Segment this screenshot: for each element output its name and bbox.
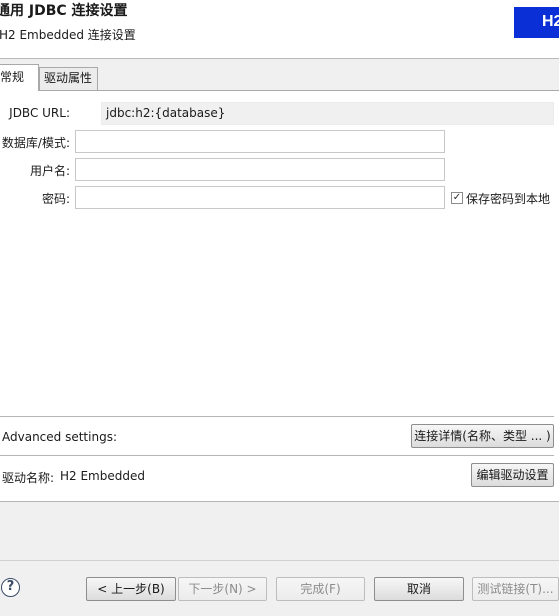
checkmark-icon: ✓ xyxy=(452,192,462,203)
save-password-label[interactable]: 保存密码到本地 xyxy=(466,190,550,207)
finish-button[interactable]: 完成(F) xyxy=(276,577,365,601)
tab-divider xyxy=(0,90,559,91)
jdbc-url-field: jdbc:h2:{database} xyxy=(101,102,554,125)
tab-driver-properties[interactable]: 驱动属性 xyxy=(39,67,98,90)
dialog-subtitle: H2 Embedded 连接设置 xyxy=(0,28,136,42)
save-password-checkbox[interactable]: ✓ xyxy=(451,192,463,204)
driver-name-label: 驱动名称: xyxy=(2,471,55,485)
username-input[interactable] xyxy=(75,158,445,181)
h2-logo: H2 xyxy=(514,7,559,38)
jdbc-url-label: JDBC URL: xyxy=(9,106,70,120)
database-input[interactable] xyxy=(75,130,445,153)
tab-general[interactable]: 常规 xyxy=(0,64,39,91)
cancel-button[interactable]: 取消 xyxy=(374,577,464,601)
back-button[interactable]: < 上一步(B) xyxy=(86,577,176,601)
database-label: 数据库/模式: xyxy=(1,136,70,150)
password-label: 密码: xyxy=(41,192,70,206)
password-input[interactable] xyxy=(75,186,445,209)
next-button[interactable]: 下一步(N) > xyxy=(178,577,267,601)
username-label: 用户名: xyxy=(29,164,70,178)
dialog-title: 通用 JDBC 连接设置 xyxy=(0,3,128,19)
test-connection-button[interactable]: 测试链接(T)... xyxy=(472,577,559,601)
driver-name-value: H2 Embedded xyxy=(60,469,145,483)
tab-strip: 常规 驱动属性 xyxy=(0,59,559,91)
advanced-settings-label: Advanced settings: xyxy=(2,430,117,444)
driver-separator xyxy=(0,455,554,456)
connection-details-button[interactable]: 连接详情(名称、类型 ... ) xyxy=(411,424,554,448)
help-icon[interactable]: ? xyxy=(1,578,20,597)
advanced-separator xyxy=(0,416,554,417)
footer-divider xyxy=(0,560,559,561)
dialog-banner: 通用 JDBC 连接设置 H2 Embedded 连接设置 H2 xyxy=(0,0,559,59)
h2-logo-text: H2 xyxy=(542,13,559,30)
edit-driver-button[interactable]: 编辑驱动设置 xyxy=(471,463,554,487)
